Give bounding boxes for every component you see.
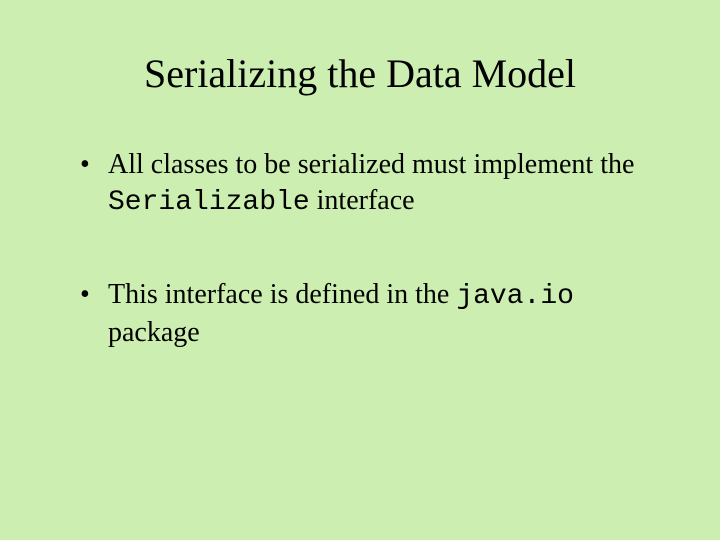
code-token: Serializable <box>108 187 310 218</box>
code-token: java.io <box>456 281 574 312</box>
bullet-text-post: package <box>108 317 200 348</box>
bullet-text-pre: This interface is defined in the <box>108 279 456 310</box>
bullet-list: All classes to be serialized must implem… <box>60 147 660 352</box>
list-item: This interface is defined in the java.io… <box>80 277 650 352</box>
list-item: All classes to be serialized must implem… <box>80 147 650 222</box>
bullet-text-post: interface <box>310 185 415 216</box>
slide: Serializing the Data Model All classes t… <box>0 0 720 540</box>
bullet-text-pre: All classes to be serialized must implem… <box>108 149 634 180</box>
slide-title: Serializing the Data Model <box>60 50 660 97</box>
